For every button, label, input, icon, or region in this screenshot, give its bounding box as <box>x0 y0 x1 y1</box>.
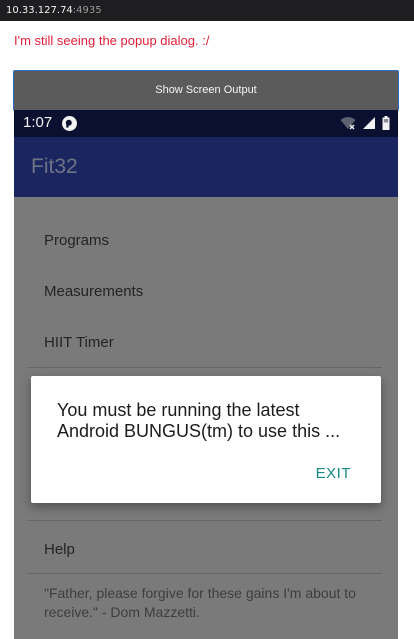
error-message: I'm still seeing the popup dialog. :/ <box>14 33 210 48</box>
menu-divider <box>27 573 382 574</box>
status-bar: 1:07 <box>14 110 398 137</box>
dialog-message: You must be running the latest Android B… <box>57 400 367 442</box>
status-time: 1:07 <box>23 114 53 131</box>
battery-icon <box>382 116 390 130</box>
menu-item-programs[interactable]: Programs <box>44 232 384 249</box>
menu-divider <box>27 367 382 368</box>
exit-button[interactable]: EXIT <box>316 465 351 482</box>
menu-divider <box>27 520 382 521</box>
app-title: Fit32 <box>31 155 78 178</box>
app-bar: Fit32 <box>14 137 398 197</box>
motivational-quote: "Father, please forgive for these gains … <box>44 585 356 620</box>
address-host: 10.33.127.74 <box>6 5 73 16</box>
app-notification-icon <box>62 116 77 131</box>
popup-dialog: You must be running the latest Android B… <box>31 376 381 503</box>
menu-item-help[interactable]: Help <box>44 541 384 558</box>
address-bar[interactable]: 10.33.127.74:4935 <box>0 0 414 21</box>
status-icons <box>338 116 390 131</box>
show-screen-output-button[interactable]: Show Screen Output <box>13 70 399 111</box>
address-port: :4935 <box>72 5 102 16</box>
dialog-message-line: Android BUNGUS(tm) to use this ... <box>57 421 341 441</box>
wifi-off-icon <box>340 117 356 130</box>
signal-icon <box>362 117 375 129</box>
menu-item-measurements[interactable]: Measurements <box>44 283 384 300</box>
dialog-message-line: You must be running the latest <box>57 400 300 420</box>
phone-screen: 1:07 Fit32 Programs Measurements HIIT Ti… <box>14 110 398 639</box>
menu-item-hiit-timer[interactable]: HIIT Timer <box>44 334 384 351</box>
